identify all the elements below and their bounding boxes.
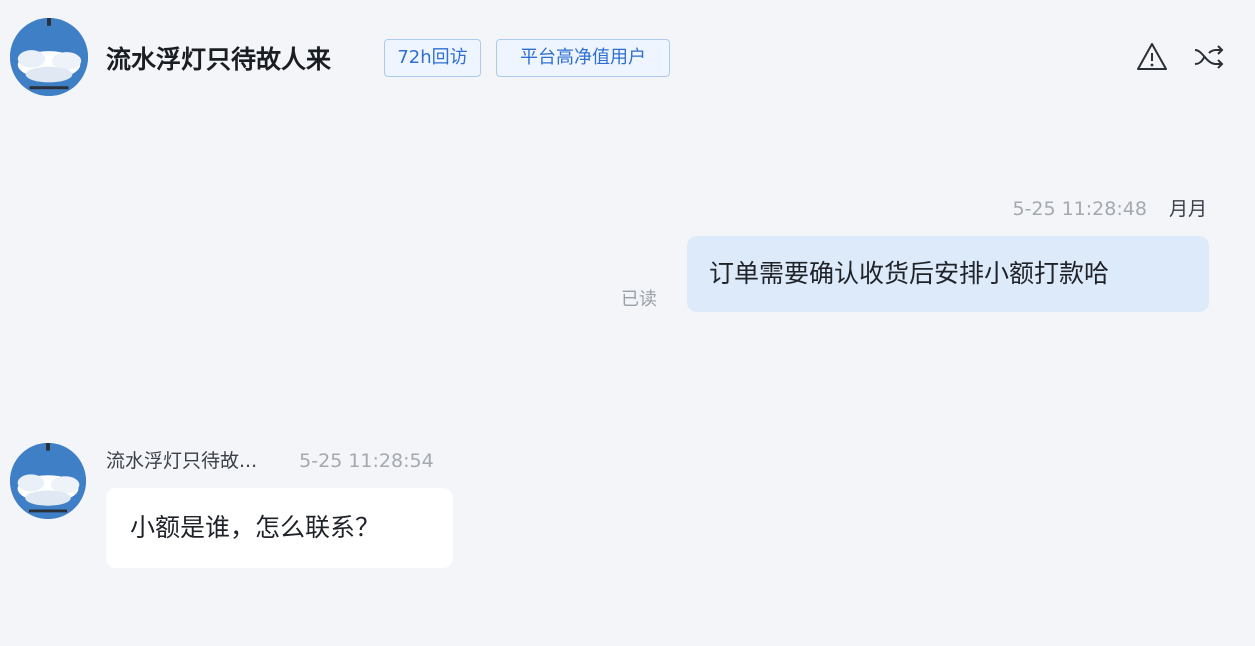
shuffle-icon[interactable] <box>1192 40 1226 74</box>
contact-name: 流水浮灯只待故人来 <box>106 45 332 74</box>
chat-window: 流水浮灯只待故人来 72h回访 平台高净值用户 5-25 11:28:48 月月… <box>0 0 1255 646</box>
tag-72h-revisit: 72h回访 <box>384 39 481 77</box>
incoming-sender: 流水浮灯只待故... <box>106 450 258 472</box>
warning-icon[interactable] <box>1135 40 1169 74</box>
contact-avatar[interactable] <box>10 18 88 96</box>
incoming-timestamp: 5-25 11:28:54 <box>299 450 434 472</box>
tag-high-value-user: 平台高净值用户 <box>496 39 670 77</box>
outgoing-meta: 5-25 11:28:48 月月 <box>1012 194 1207 221</box>
incoming-meta: 流水浮灯只待故... 5-25 11:28:54 <box>106 446 434 473</box>
sky-avatar-image <box>10 18 88 96</box>
outgoing-sender: 月月 <box>1168 198 1207 220</box>
outgoing-message-bubble[interactable]: 订单需要确认收货后安排小额打款哈 <box>687 236 1209 312</box>
chat-header: 流水浮灯只待故人来 72h回访 平台高净值用户 <box>0 0 1255 110</box>
outgoing-timestamp: 5-25 11:28:48 <box>1012 198 1147 220</box>
sender-avatar[interactable] <box>10 443 86 519</box>
incoming-message-bubble[interactable]: 小额是谁，怎么联系？ <box>106 488 453 568</box>
sky-avatar-image <box>10 443 86 519</box>
read-status: 已读 <box>621 289 657 310</box>
